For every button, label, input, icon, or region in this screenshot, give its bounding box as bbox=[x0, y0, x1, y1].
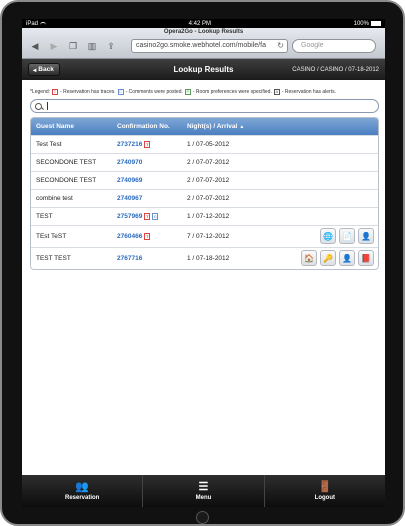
comment-icon: C bbox=[152, 213, 159, 220]
confirmation-number[interactable]: 2740969 bbox=[117, 177, 187, 184]
reload-icon[interactable]: ↻ bbox=[277, 41, 284, 50]
back-arrow-icon[interactable]: ◀ bbox=[30, 41, 40, 51]
guest-name: TEST bbox=[36, 213, 53, 220]
tab-reservation-label: Reservation bbox=[64, 495, 100, 501]
legend-prefs: - Room preferences were specified. bbox=[192, 89, 272, 95]
legend-comments: - Comments were posted. bbox=[125, 89, 183, 95]
tab-menu-label: Menu bbox=[195, 495, 212, 501]
document-icon[interactable]: 📄 bbox=[339, 228, 355, 244]
results-table: Guest Name Confirmation No. Night(s) / A… bbox=[30, 117, 379, 270]
confirmation-number[interactable]: 2760466 T bbox=[117, 233, 187, 240]
alert-icon: A bbox=[273, 89, 280, 95]
status-bar: iPad 4:42 PM 100% bbox=[22, 19, 385, 28]
property-date-info: CASINO / CASINO / 07-18-2012 bbox=[292, 66, 379, 73]
guest-name: TEst TeST bbox=[36, 233, 67, 240]
check-in-icon[interactable]: 🏠 bbox=[301, 250, 317, 266]
table-row[interactable]: SECONDONE TEST 2740969 2 / 07-07-2012 bbox=[31, 171, 378, 189]
app-header: ◂ Back Lookup Results CASINO / CASINO / … bbox=[22, 59, 385, 80]
header-guest-name[interactable]: Guest Name bbox=[31, 123, 117, 130]
browser-search-field[interactable]: Google bbox=[292, 39, 376, 53]
url-text: casino2go.smoke.webhotel.com/mobile/fa bbox=[136, 42, 266, 49]
guest-name: TEST TEST bbox=[36, 255, 71, 262]
table-row[interactable]: TEst TeST 2760466 T 7 / 07-12-2012 🌐 📄 👤 bbox=[31, 225, 378, 247]
share-icon[interactable]: ⇪ bbox=[106, 41, 116, 51]
header-confirmation[interactable]: Confirmation No. bbox=[117, 123, 187, 130]
tab-reservation[interactable]: 👥 Reservation bbox=[22, 475, 144, 507]
legend: *Legend: T - Reservation has traces. C -… bbox=[30, 89, 379, 95]
tab-menu[interactable]: ☰ Menu bbox=[143, 475, 265, 507]
confirmation-link[interactable]: 2757969 bbox=[117, 213, 142, 220]
globe-icon[interactable]: 🌐 bbox=[320, 228, 336, 244]
confirmation-link[interactable]: 2740967 bbox=[117, 195, 142, 202]
menu-icon: ☰ bbox=[198, 481, 209, 493]
guest-name: SECONDONE TEST bbox=[36, 159, 97, 166]
nights-arrival: 1 / 07-05-2012 bbox=[187, 141, 230, 148]
confirmation-number[interactable]: 2740967 bbox=[117, 195, 187, 202]
guest-name: combine test bbox=[36, 195, 73, 202]
nights-arrival: 2 / 07-07-2012 bbox=[187, 195, 230, 202]
wifi-icon bbox=[40, 21, 47, 26]
guest-profile-icon[interactable]: 👤 bbox=[339, 250, 355, 266]
table-row[interactable]: Test Test 2737216 T 1 / 07-05-2012 bbox=[31, 135, 378, 153]
confirmation-number[interactable]: 2737216 T bbox=[117, 141, 187, 148]
guest-name: SECONDONE TEST bbox=[36, 177, 97, 184]
table-row[interactable]: TEST 2757969 T C 1 / 07-12-2012 bbox=[31, 207, 378, 225]
table-row[interactable]: SECONDONE TEST 2740970 2 / 07-07-2012 bbox=[31, 153, 378, 171]
preference-icon: P bbox=[184, 89, 191, 95]
confirmation-link[interactable]: 2737216 bbox=[117, 141, 142, 148]
trace-icon: T bbox=[144, 213, 151, 220]
home-button[interactable] bbox=[196, 511, 209, 524]
guest-name: Test Test bbox=[36, 141, 62, 148]
nights-arrival: 2 / 07-07-2012 bbox=[187, 159, 230, 166]
confirmation-link[interactable]: 2740969 bbox=[117, 177, 142, 184]
url-field[interactable]: casino2go.smoke.webhotel.com/mobile/fa ↻ bbox=[131, 39, 288, 53]
browser-toolbar: Opera2Go - Lookup Results ◀ ▶ ❐ ▥ ⇪ casi… bbox=[22, 28, 385, 59]
header-nights-arrival[interactable]: Night(s) / Arrival ▲ bbox=[187, 123, 378, 130]
table-header: Guest Name Confirmation No. Night(s) / A… bbox=[31, 118, 378, 135]
browser-title: Opera2Go - Lookup Results bbox=[163, 29, 244, 35]
battery-icon bbox=[370, 21, 381, 26]
confirmation-link[interactable]: 2740970 bbox=[117, 159, 142, 166]
legend-prefix: *Legend: bbox=[30, 89, 51, 95]
header-nights-label: Night(s) / Arrival bbox=[187, 123, 238, 130]
search-icon bbox=[35, 102, 42, 110]
tab-logout[interactable]: 🚪 Logout bbox=[265, 475, 385, 507]
confirmation-link[interactable]: 2767716 bbox=[117, 255, 142, 262]
table-row[interactable]: TEST TEST 2767716 1 / 07-18-2012 🏠 🔑 👤 📕 bbox=[31, 247, 378, 269]
nights-arrival: 1 / 07-12-2012 bbox=[187, 213, 230, 220]
trace-icon: T bbox=[144, 233, 151, 240]
confirmation-number[interactable]: 2767716 bbox=[117, 255, 187, 262]
device-label: iPad bbox=[26, 20, 39, 27]
search-input[interactable] bbox=[30, 99, 379, 113]
tab-logout-label: Logout bbox=[314, 495, 335, 501]
comment-icon: C bbox=[117, 89, 124, 95]
sort-ascending-icon: ▲ bbox=[239, 123, 245, 130]
text-caret bbox=[47, 102, 48, 110]
reservation-icon: 👥 bbox=[75, 481, 90, 493]
bookmarks-icon[interactable]: ▥ bbox=[87, 41, 97, 51]
guest-profile-icon[interactable]: 👤 bbox=[358, 228, 374, 244]
confirmation-link[interactable]: 2760466 bbox=[117, 233, 142, 240]
clock: 4:42 PM bbox=[188, 20, 211, 27]
cancel-reservation-icon[interactable]: 📕 bbox=[358, 250, 374, 266]
trace-icon: T bbox=[144, 141, 151, 148]
key-icon[interactable]: 🔑 bbox=[320, 250, 336, 266]
logout-icon: 🚪 bbox=[317, 481, 332, 493]
row-actions: 🌐 📄 👤 bbox=[320, 228, 374, 244]
battery-percent: 100% bbox=[353, 20, 369, 27]
bottom-tab-bar: 👥 Reservation ☰ Menu 🚪 Logout bbox=[22, 475, 385, 507]
screen: iPad 4:42 PM 100% Opera2Go - Lookup Resu… bbox=[22, 19, 385, 507]
tabs-icon[interactable]: ❐ bbox=[68, 41, 78, 51]
legend-alerts: - Reservation has alerts. bbox=[281, 89, 337, 95]
confirmation-number[interactable]: 2757969 T C bbox=[117, 213, 187, 220]
table-row[interactable]: combine test 2740967 2 / 07-07-2012 bbox=[31, 189, 378, 207]
legend-traces: - Reservation has traces. bbox=[60, 89, 116, 95]
row-actions: 🏠 🔑 👤 📕 bbox=[301, 250, 374, 266]
forward-arrow-icon[interactable]: ▶ bbox=[49, 41, 59, 51]
nights-arrival: 2 / 07-07-2012 bbox=[187, 177, 230, 184]
confirmation-number[interactable]: 2740970 bbox=[117, 159, 187, 166]
trace-icon: T bbox=[52, 89, 59, 95]
